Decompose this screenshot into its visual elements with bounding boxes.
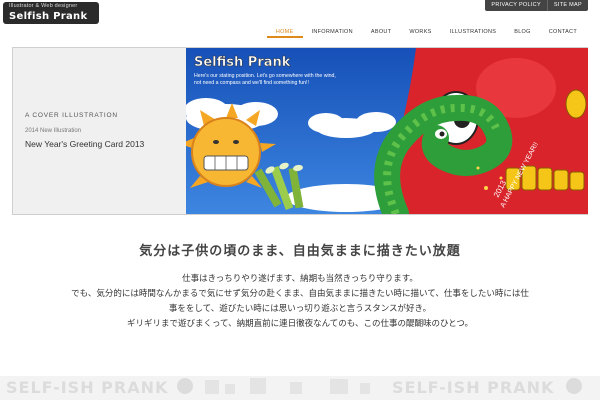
logo-tagline: Illustrator & Web designer	[9, 3, 78, 9]
footer-brand-right: SELF-ISH PRANK	[392, 378, 554, 397]
nav-about[interactable]: ABOUT	[362, 27, 400, 37]
main-heading: 気分は子供の頃のまま、自由気ままに描きたい放題	[139, 244, 461, 259]
nav-illustrations[interactable]: ILLUSTRATIONS	[441, 27, 506, 37]
intro-line: 仕事はきっちりやり遂げます、納期も当然きっちり守ります。	[182, 274, 418, 284]
nav-home[interactable]: HOME	[266, 27, 303, 38]
main-nav: HOME INFORMATION ABOUT WORKS ILLUSTRATIO…	[266, 27, 586, 38]
intro-line: でも、気分的には時間なんかまるで気にせず気分の赴くまま、自由気ままに描きたい時に…	[71, 289, 529, 299]
top-bar: Illustrator & Web designer Selfish Prank…	[0, 0, 600, 26]
logo-name: Selfish Prank	[9, 11, 88, 22]
illustration-canvas: Selfish Prank Here's our stating positio…	[186, 48, 588, 214]
privacy-policy-link[interactable]: PRIVACY POLICY	[485, 0, 547, 11]
nav-blog[interactable]: BLOG	[505, 27, 539, 37]
intro-line: 事ををして、遊びたい時には思いっ切り遊ぶと言うスタンスが好き。	[168, 304, 432, 314]
cover-illustration[interactable]: Selfish Prank Here's our stating positio…	[186, 48, 588, 214]
intro-line: ギリギリまで遊びまくって、納期直前に連日徹夜なんてのも、この仕事の醍醐味のひとつ…	[126, 319, 474, 329]
utility-nav: PRIVACY POLICY SITE MAP	[485, 0, 588, 11]
cover-label: A COVER ILLUSTRATION	[25, 112, 118, 119]
site-map-link[interactable]: SITE MAP	[546, 0, 588, 11]
footer-strip: SELF-ISH PRANK SELF-ISH PRANK	[0, 376, 600, 400]
nav-information[interactable]: INFORMATION	[303, 27, 362, 37]
site-logo[interactable]: Illustrator & Web designer Selfish Prank	[3, 2, 99, 24]
footer-brand-left: SELF-ISH PRANK	[6, 378, 168, 397]
cover-subtitle: 2014 New Illustration	[25, 128, 82, 134]
nav-contact[interactable]: CONTACT	[540, 27, 586, 37]
nav-works[interactable]: WORKS	[400, 27, 440, 37]
footer-pattern: SELF-ISH PRANK SELF-ISH PRANK	[0, 376, 600, 400]
intro-paragraph: 仕事はきっちりやり遂げます、納期も当然きっちり守ります。 でも、気分的には時間な…	[0, 272, 600, 332]
art-caption-line2: not need a compass and we'll find someth…	[194, 80, 309, 86]
hero-banner: A COVER ILLUSTRATION 2014 New Illustrati…	[12, 47, 588, 215]
footer-mascot-icon	[566, 378, 582, 394]
hero-caption: A COVER ILLUSTRATION 2014 New Illustrati…	[13, 48, 185, 214]
cover-title[interactable]: New Year's Greeting Card 2013	[25, 139, 144, 149]
art-brand: Selfish Prank	[194, 55, 291, 70]
footer-mascot-icon	[177, 378, 193, 394]
art-caption-line1: Here's our stating position. Let's go so…	[194, 73, 336, 79]
